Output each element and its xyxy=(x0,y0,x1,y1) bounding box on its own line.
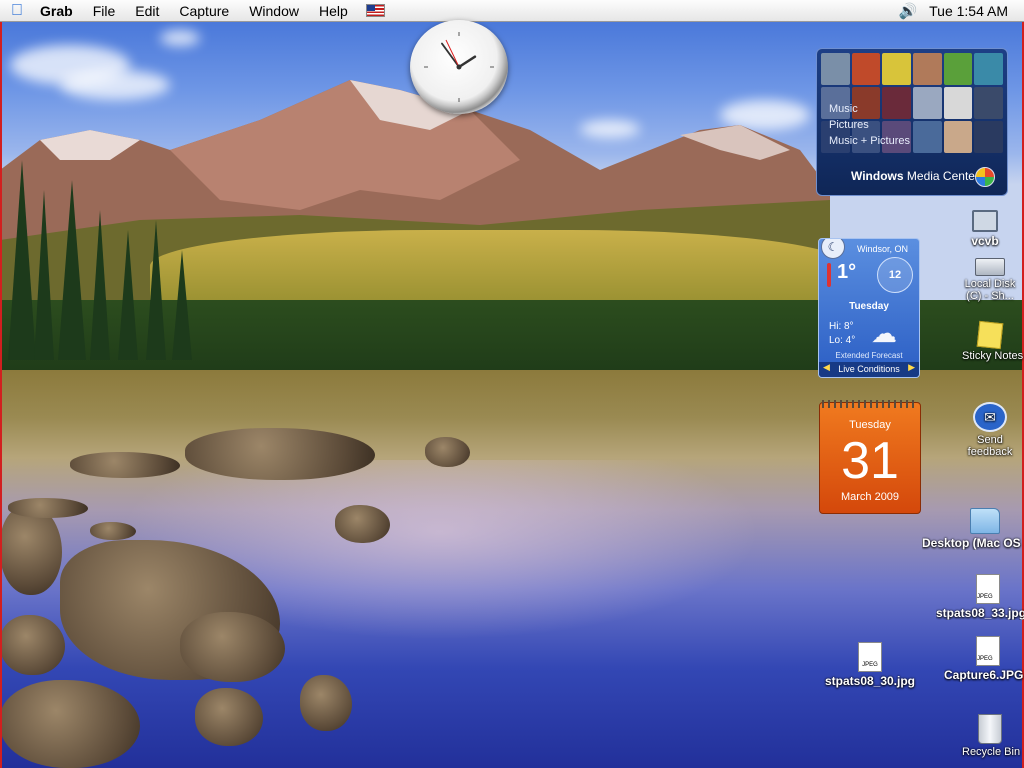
folder-icon xyxy=(970,508,1000,534)
analog-clock-gadget[interactable] xyxy=(410,20,508,114)
media-menu-music[interactable]: Music xyxy=(829,101,910,117)
clock-second-hand xyxy=(445,39,460,68)
menu-help[interactable]: Help xyxy=(309,0,358,22)
desktop-icon-recycle-bin[interactable]: Recycle Bin xyxy=(962,714,1021,758)
apple-menu-icon[interactable]:  xyxy=(0,2,34,20)
desktop-icon-file-stpats08-33[interactable]: JPEG stpats08_33.jpg xyxy=(936,574,1024,620)
desktop-icon-label: Capture6.JPG xyxy=(944,668,1024,682)
desktop-icon-vcvb[interactable]: vcvb xyxy=(962,210,1008,248)
media-center-brand-suffix: Media Center xyxy=(906,169,979,183)
menu-file[interactable]: File xyxy=(83,0,126,22)
wind-compass-icon: 12 xyxy=(877,257,913,293)
rain-cloud-icon: ☁ xyxy=(871,318,897,348)
desktop-icon-sticky-notes[interactable]: Sticky Notes xyxy=(962,320,1024,362)
live-conditions-label: Live Conditions xyxy=(838,364,900,374)
calendar-day: 31 xyxy=(841,432,899,490)
desktop-icon-label: vcvb xyxy=(971,234,999,248)
clock-minute-hand xyxy=(441,42,460,68)
weather-temperature: 1° xyxy=(837,261,857,283)
desktop-icon-file-stpats08-30[interactable]: JPEG stpats08_30.jpg xyxy=(818,642,922,688)
next-arrow-icon[interactable]: ▶ xyxy=(908,360,915,375)
weather-day: Tuesday xyxy=(849,301,889,312)
us-flag-icon[interactable] xyxy=(365,4,385,17)
menu-edit[interactable]: Edit xyxy=(125,0,169,22)
desktop-icon-file-capture6[interactable]: JPEG Capture6.JPG xyxy=(944,636,1024,682)
jpeg-file-icon: JPEG xyxy=(976,636,1000,666)
desktop-icon-label: stpats08_33.jpg xyxy=(936,606,1024,620)
media-menu-pictures[interactable]: Pictures xyxy=(829,117,910,133)
calendar-binding-icon xyxy=(822,400,918,408)
calendar-weekday: Tuesday xyxy=(849,419,891,431)
clock-hour-hand xyxy=(457,55,477,69)
media-center-title: Windows Media Center xyxy=(851,169,979,183)
desktop-icon-label: Send feedback xyxy=(967,434,1013,458)
jpeg-file-icon: JPEG xyxy=(976,574,1000,604)
menu-capture[interactable]: Capture xyxy=(169,0,239,22)
clock-face xyxy=(424,32,494,102)
hard-disk-icon xyxy=(975,258,1005,276)
desktop-icon-local-disk[interactable]: Local Disk (C) - Sh... xyxy=(962,258,1018,302)
windows-orb-icon xyxy=(975,167,995,187)
live-conditions-bar[interactable]: ◀ Live Conditions ▶ xyxy=(819,362,919,377)
desktop-icon-label: Recycle Bin xyxy=(962,746,1021,758)
desktop-icon-label: stpats08_30.jpg xyxy=(824,674,916,688)
jpeg-file-icon: JPEG xyxy=(858,642,882,672)
weather-city: Windsor, ON xyxy=(857,244,909,254)
desktop-icon-send-feedback[interactable]: ✉ Send feedback xyxy=(962,402,1018,458)
desktop-icon-label: Desktop (Mac OS xyxy=(922,536,1021,550)
desktop-icon-label: Local Disk (C) - Sh... xyxy=(964,278,1016,302)
recycle-bin-icon xyxy=(978,714,1002,744)
menubar-clock[interactable]: Tue 1:54 AM xyxy=(921,3,1024,19)
computer-icon xyxy=(972,210,998,232)
calendar-month-year: March 2009 xyxy=(840,491,900,503)
media-center-menu: Music Pictures Music + Pictures xyxy=(829,101,910,149)
calendar-gadget[interactable]: Tuesday 31 March 2009 xyxy=(819,400,921,514)
app-menu-grab[interactable]: Grab xyxy=(34,0,83,22)
thermometer-icon xyxy=(827,263,831,287)
menu-bar:  Grab File Edit Capture Window Help 🔊 T… xyxy=(0,0,1024,22)
weather-low: Lo: 4° xyxy=(829,335,856,346)
sticky-note-icon xyxy=(976,320,1004,350)
weather-badge-icon: ☾ xyxy=(821,239,845,259)
desktop-icon-label: Sticky Notes xyxy=(962,350,1024,362)
desktop-icon-desktop-folder[interactable]: Desktop (Mac OS xyxy=(922,508,1024,550)
media-center-gadget[interactable]: Music Pictures Music + Pictures Windows … xyxy=(816,48,1008,196)
speaker-icon[interactable]: 🔊 xyxy=(895,2,921,20)
extended-forecast-link[interactable]: Extended Forecast xyxy=(819,351,919,360)
weather-gadget[interactable]: ☾ Windsor, ON 1° 12 Tuesday Hi: 8° Lo: 4… xyxy=(818,238,920,378)
media-menu-music-pictures[interactable]: Music + Pictures xyxy=(829,133,910,149)
menu-window[interactable]: Window xyxy=(239,0,309,22)
feedback-icon: ✉ xyxy=(973,402,1007,432)
weather-high: Hi: 8° xyxy=(829,321,854,332)
previous-arrow-icon[interactable]: ◀ xyxy=(823,360,830,375)
media-center-brand: Windows xyxy=(851,169,904,183)
